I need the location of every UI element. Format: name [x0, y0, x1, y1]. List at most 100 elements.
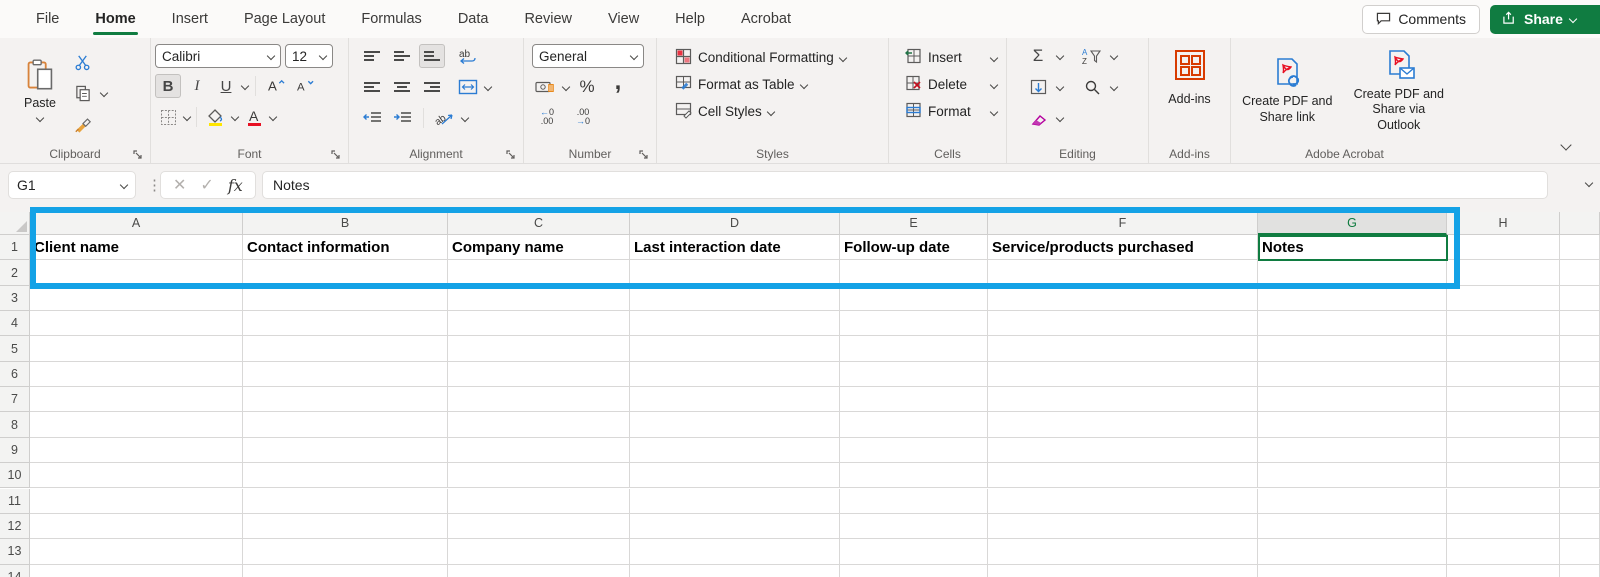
name-box[interactable]: G1 — [8, 171, 136, 199]
cell-F4[interactable] — [988, 311, 1258, 337]
cancel-icon[interactable]: ✕ — [173, 175, 186, 195]
cell-C14[interactable] — [448, 564, 630, 577]
bold-button[interactable]: B — [155, 74, 181, 98]
font-size-select[interactable]: 12 — [285, 44, 333, 68]
cell-F11[interactable] — [988, 488, 1258, 514]
cell-G4[interactable] — [1258, 311, 1447, 337]
row-header-1[interactable]: 1 — [0, 235, 30, 261]
decrease-font-size-button[interactable]: A — [292, 74, 318, 98]
cell-D13[interactable] — [630, 539, 840, 565]
cell-C11[interactable] — [448, 488, 630, 514]
cell-G13[interactable] — [1258, 539, 1447, 565]
alignment-dialog-launcher[interactable] — [506, 148, 518, 160]
delete-cells-button[interactable]: Delete — [901, 71, 1001, 98]
cell-D11[interactable] — [630, 488, 840, 514]
cell-B14[interactable] — [243, 564, 448, 577]
cell-G12[interactable] — [1258, 513, 1447, 540]
cell-D4[interactable] — [630, 311, 840, 337]
cell-F12[interactable] — [988, 513, 1258, 540]
cell-E12[interactable] — [840, 513, 988, 540]
copy-button[interactable] — [70, 81, 96, 105]
merge-center-chevron-icon[interactable] — [483, 82, 493, 92]
decrease-indent-button[interactable] — [359, 106, 385, 130]
share-button[interactable]: Share — [1490, 4, 1600, 34]
cell-A1[interactable]: Client name — [30, 235, 243, 261]
cell-x10[interactable] — [1560, 463, 1600, 489]
cell-E2[interactable] — [840, 260, 988, 286]
paste-button[interactable]: Paste — [18, 55, 62, 125]
cell-G5[interactable] — [1258, 336, 1447, 362]
cell-C10[interactable] — [448, 463, 630, 489]
cell-A6[interactable] — [30, 361, 243, 388]
fill-chevron-icon[interactable] — [1055, 82, 1065, 92]
borders-chevron-icon[interactable] — [182, 112, 192, 122]
cell-A12[interactable] — [30, 513, 243, 540]
cell-E5[interactable] — [840, 336, 988, 362]
cell-F2[interactable] — [988, 260, 1258, 286]
row-header-5[interactable]: 5 — [0, 336, 30, 362]
increase-font-size-button[interactable]: A — [263, 74, 289, 98]
cell-E9[interactable] — [840, 437, 988, 464]
orientation-chevron-icon[interactable] — [460, 113, 470, 123]
cell-B8[interactable] — [243, 412, 448, 438]
cell-H5[interactable] — [1447, 336, 1560, 362]
col-header-G[interactable]: G — [1258, 212, 1447, 235]
cell-A4[interactable] — [30, 311, 243, 337]
cell-B11[interactable] — [243, 488, 448, 514]
cell-G1[interactable]: Notes — [1258, 235, 1447, 261]
format-painter-button[interactable] — [70, 112, 96, 136]
top-align-button[interactable] — [359, 44, 385, 68]
cell-A7[interactable] — [30, 387, 243, 413]
cell-E11[interactable] — [840, 488, 988, 514]
fill-button[interactable] — [1025, 75, 1051, 99]
row-header-2[interactable]: 2 — [0, 260, 30, 286]
accounting-chevron-icon[interactable] — [561, 82, 571, 92]
align-right-button[interactable] — [419, 75, 445, 99]
cell-H10[interactable] — [1447, 463, 1560, 489]
create-pdf-share-link-button[interactable]: Create PDF and Share link — [1235, 52, 1340, 130]
tab-data[interactable]: Data — [444, 0, 503, 38]
cut-button[interactable] — [70, 50, 96, 74]
cell-C1[interactable]: Company name — [448, 235, 630, 261]
cell-x1[interactable] — [1560, 235, 1600, 261]
cell-H4[interactable] — [1447, 311, 1560, 337]
cell-A9[interactable] — [30, 437, 243, 464]
collapse-ribbon-chevron-icon[interactable] — [1560, 139, 1572, 151]
cell-B10[interactable] — [243, 463, 448, 489]
bottom-align-button[interactable] — [419, 44, 445, 68]
cell-x12[interactable] — [1560, 513, 1600, 540]
cell-B3[interactable] — [243, 285, 448, 312]
row-header-14[interactable]: 14 — [0, 564, 30, 577]
cell-C4[interactable] — [448, 311, 630, 337]
cell-E13[interactable] — [840, 539, 988, 565]
cell-styles-button[interactable]: Cell Styles — [671, 98, 884, 125]
sort-filter-chevron-icon[interactable] — [1109, 51, 1119, 61]
conditional-formatting-button[interactable]: Conditional Formatting — [671, 44, 884, 71]
cell-x13[interactable] — [1560, 539, 1600, 565]
fill-color-chevron-icon[interactable] — [230, 112, 240, 122]
row-header-9[interactable]: 9 — [0, 437, 30, 464]
increase-indent-button[interactable] — [389, 106, 415, 130]
clipboard-dialog-launcher[interactable] — [133, 148, 145, 160]
col-header-A[interactable]: A — [30, 212, 243, 235]
tab-help[interactable]: Help — [661, 0, 719, 38]
cell-x6[interactable] — [1560, 361, 1600, 388]
row-header-10[interactable]: 10 — [0, 463, 30, 489]
cell-B4[interactable] — [243, 311, 448, 337]
cell-D2[interactable] — [630, 260, 840, 286]
cell-H8[interactable] — [1447, 412, 1560, 438]
tab-formulas[interactable]: Formulas — [347, 0, 435, 38]
cell-x5[interactable] — [1560, 336, 1600, 362]
tab-view[interactable]: View — [594, 0, 653, 38]
row-header-3[interactable]: 3 — [0, 285, 30, 312]
number-format-select[interactable]: General — [532, 44, 644, 68]
cell-F7[interactable] — [988, 387, 1258, 413]
cell-x8[interactable] — [1560, 412, 1600, 438]
cell-E1[interactable]: Follow-up date — [840, 235, 988, 261]
accounting-format-button[interactable] — [532, 75, 558, 99]
cell-C9[interactable] — [448, 437, 630, 464]
cell-B7[interactable] — [243, 387, 448, 413]
cell-G2[interactable] — [1258, 260, 1447, 286]
cell-G11[interactable] — [1258, 488, 1447, 514]
enter-icon[interactable]: ✓ — [200, 175, 213, 195]
